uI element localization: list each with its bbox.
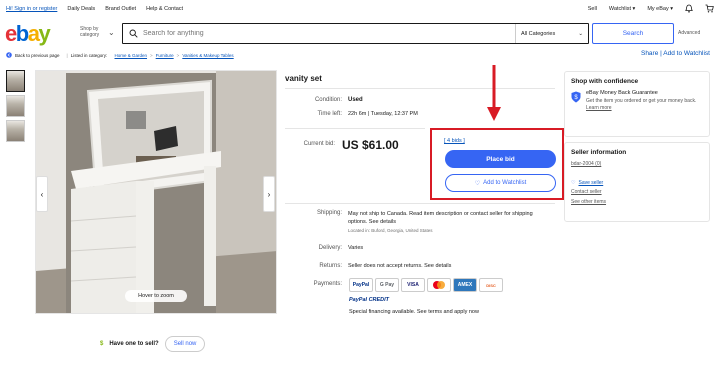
- seller-name-link[interactable]: bdar-2004 (0): [571, 161, 703, 168]
- red-arrow-icon: [487, 65, 501, 121]
- back-arrow-icon: [6, 51, 12, 59]
- learn-more-link[interactable]: Learn more: [586, 105, 696, 112]
- guarantee-text: Get the item you ordered or get your mon…: [586, 98, 697, 104]
- dollar-icon: $: [100, 341, 104, 347]
- share-watchlist-links[interactable]: Share | Add to Watchlist: [641, 50, 710, 57]
- chevron-left-icon: ‹: [40, 189, 44, 199]
- vanity-photo: [36, 71, 276, 313]
- header: ebay Shop by category ⌄ All Categories ⌄…: [0, 18, 720, 48]
- search-bar: All Categories ⌄: [122, 23, 589, 44]
- contact-seller-link[interactable]: Contact seller: [571, 189, 703, 196]
- thumbnail-1[interactable]: [6, 70, 25, 92]
- notification-bell-icon[interactable]: [685, 4, 693, 15]
- condition-value: Used: [348, 97, 363, 103]
- cart-icon[interactable]: [705, 4, 714, 15]
- place-bid-button[interactable]: Place bid: [445, 150, 556, 168]
- chevron-down-icon: ⌄: [578, 30, 583, 37]
- sign-in-link[interactable]: Hi! Sign in or register: [6, 6, 57, 12]
- payment-methods: PayPal G Pay VISA AMEX DISC: [349, 278, 503, 292]
- my-ebay-menu[interactable]: My eBay ▾: [647, 6, 673, 12]
- thumbnail-2[interactable]: [6, 95, 25, 117]
- confidence-title: Shop with confidence: [571, 78, 639, 85]
- help-contact-link[interactable]: Help & Contact: [146, 6, 183, 12]
- amex-icon: AMEX: [453, 278, 477, 292]
- see-other-items-link[interactable]: See other items: [571, 199, 703, 206]
- top-bar: Hi! Sign in or register Daily Deals Bran…: [0, 0, 720, 18]
- heart-icon: ♡: [571, 179, 576, 186]
- time-left-value: 22h 6m | Tuesday, 12:37 PM: [348, 111, 418, 117]
- search-input[interactable]: [143, 30, 515, 37]
- save-seller-link[interactable]: Save seller: [578, 180, 603, 187]
- paypal-credit-logo: PayPal CREDIT: [349, 297, 390, 303]
- sell-now-button[interactable]: Sell now: [164, 336, 206, 352]
- watchlist-menu[interactable]: Watchlist ▾: [609, 6, 635, 12]
- visa-icon: VISA: [401, 278, 425, 292]
- breadcrumb-vanities[interactable]: Vanities & Makeup Tables: [182, 53, 233, 58]
- category-select[interactable]: All Categories ⌄: [515, 24, 588, 43]
- breadcrumb-home-garden[interactable]: Home & Garden: [115, 53, 148, 58]
- shield-icon: $: [571, 90, 581, 111]
- current-bid-label: Current bid:: [303, 141, 335, 147]
- next-image-button[interactable]: ›: [263, 176, 275, 212]
- chevron-down-icon: ⌄: [108, 28, 115, 37]
- shop-by-category[interactable]: Shop by category: [80, 26, 108, 38]
- time-left-label: Time left:: [317, 111, 342, 117]
- divider: [285, 203, 555, 204]
- add-to-watchlist-button[interactable]: ♡ Add to Watchlist: [445, 174, 556, 192]
- discover-icon: DISC: [479, 278, 503, 292]
- daily-deals-link[interactable]: Daily Deals: [67, 6, 95, 12]
- back-link[interactable]: Back to previous page: [6, 51, 60, 59]
- breadcrumb-label: Listed in category:: [70, 52, 108, 58]
- paypal-icon: PayPal: [349, 278, 373, 292]
- shipping-value: May not ship to Canada. Read item descri…: [348, 211, 533, 225]
- google-pay-icon: G Pay: [375, 278, 399, 292]
- shop-with-confidence-panel: Shop with confidence $ eBay Money Back G…: [564, 71, 710, 137]
- guarantee-title: eBay Money Back Guarantee: [586, 90, 658, 96]
- breadcrumb: Back to previous page | Listed in catego…: [0, 49, 720, 61]
- thumbnail-3[interactable]: [6, 120, 25, 142]
- search-button[interactable]: Search: [592, 23, 674, 44]
- have-one-text: Have one to sell?: [109, 341, 159, 347]
- sell-link[interactable]: Sell: [588, 6, 597, 12]
- current-bid-price: US $61.00: [342, 138, 399, 152]
- item-location: Located in: Buford, Georgia, United Stat…: [348, 228, 433, 233]
- payments-label: Payments:: [313, 281, 342, 287]
- delivery-value: Varies: [348, 245, 364, 251]
- delivery-label: Delivery:: [318, 245, 342, 251]
- bids-count-link[interactable]: [ 4 bids ]: [444, 138, 465, 144]
- returns-value: Seller does not accept returns. See deta…: [348, 263, 452, 269]
- advanced-search-link[interactable]: Advanced: [678, 30, 700, 36]
- mastercard-icon: [427, 278, 451, 292]
- seller-information-panel: Seller information bdar-2004 (0) ♡ Save …: [564, 142, 710, 222]
- main-image[interactable]: [35, 70, 277, 314]
- ebay-logo[interactable]: ebay: [5, 21, 51, 47]
- chevron-right-icon: ›: [267, 189, 271, 199]
- financing-text: Special financing available. See terms a…: [349, 309, 479, 315]
- shipping-label: Shipping:: [316, 210, 342, 216]
- hover-to-zoom: Hover to zoom: [125, 290, 187, 302]
- item-title: vanity set: [285, 74, 322, 83]
- have-one-to-sell: $ Have one to sell? Sell now: [100, 336, 206, 352]
- heart-icon: ♡: [474, 180, 481, 187]
- breadcrumb-furniture[interactable]: Furniture: [156, 53, 174, 58]
- divider: [285, 88, 555, 89]
- returns-label: Returns:: [319, 263, 342, 269]
- brand-outlet-link[interactable]: Brand Outlet: [105, 6, 136, 12]
- divider: [285, 128, 425, 129]
- seller-title: Seller information: [571, 149, 627, 156]
- search-icon: [123, 25, 143, 43]
- condition-label: Condition:: [314, 97, 342, 103]
- breadcrumb-divider: |: [66, 52, 68, 58]
- prev-image-button[interactable]: ‹: [36, 176, 48, 212]
- thumbnail-strip: [6, 70, 26, 145]
